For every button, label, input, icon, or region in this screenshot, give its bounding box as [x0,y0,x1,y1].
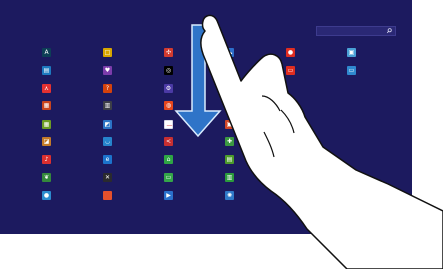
app-tile[interactable]: ▤ [42,66,51,75]
gear-icon: ⚙ [165,85,172,92]
calculator-icon: ▤ [226,156,233,163]
app-tile[interactable]: ⋏ [42,84,51,93]
app-tile[interactable]: ✺ [225,191,234,200]
message-icon: ▭ [165,174,172,181]
internet-explorer-icon: e [105,156,110,163]
app-tile[interactable]: A [42,48,51,57]
app-tile[interactable]: ▶ [164,191,173,200]
app-tile[interactable]: < [164,137,173,146]
app-tile[interactable] [103,191,112,200]
app-tile[interactable]: ● [286,48,295,57]
app-tile[interactable]: ♪ [42,155,51,164]
app-tile[interactable]: ◡ [103,137,112,146]
app-tile[interactable]: ⌂ [164,155,173,164]
store-icon: ⌂ [166,156,171,163]
media-icon: ▦ [43,102,50,109]
app-tile[interactable]: ◎ [164,66,173,75]
office-icon: ◍ [165,102,172,109]
presentation-icon: ▣ [226,121,233,128]
globe-icon: ◉ [226,102,233,109]
cloud-icon: ☁ [226,85,233,92]
leaf-icon: ❦ [43,174,50,181]
app-tile[interactable]: ◍ [164,101,173,110]
sun-icon: ✺ [226,192,233,199]
app-tile[interactable]: ? [103,84,112,93]
app-tile[interactable]: ♥ [103,66,112,75]
fan-icon: ✣ [165,49,172,56]
app-tile[interactable]: ▭ [286,66,295,75]
app-tile[interactable]: — [164,120,173,129]
blank-app-icon [103,191,112,200]
calendar-icon: ▦ [43,121,50,128]
app-tile[interactable]: ✣ [164,48,173,57]
app-tile[interactable]: ▥ [103,101,112,110]
app-tile[interactable]: ▭ [347,66,356,75]
music-icon: ♪ [44,156,49,163]
app-tile[interactable]: ● [42,191,51,200]
app-tile[interactable]: ▭ [164,173,173,182]
app-tile[interactable]: ☁ [225,84,234,93]
app-tile[interactable]: ▦ [42,101,51,110]
gamepad-icon: ✚ [226,138,233,145]
app-tile[interactable]: ✚ [225,137,234,146]
browser-icon: ◡ [104,138,111,145]
play-icon: ▶ [166,192,171,199]
app-tile[interactable]: ◩ [103,120,112,129]
microphone-icon: ● [287,49,294,56]
cloud-icon: ☁ [226,49,233,56]
question-icon: ? [105,85,110,92]
app-tile[interactable]: ◪ [42,137,51,146]
windows-start-apps-screen: A □ ✣ ☁ ● ▣ ▤ ♥ ◎ ▭ ▭ ⋏? ⚙ ☁ ▦ ▥ ◍ ◉ ▦ ◩ — ▣ ◪ ◡ < ✚ ♪ e ⌂ ▤ ❦ ✕ ▭ ▥ ● ▶ ✺ [0,0,412,234]
photo-icon: ◪ [43,138,50,145]
app-tile[interactable]: ✕ [103,173,112,182]
search-box[interactable] [316,26,396,36]
tutorial-image: A □ ✣ ☁ ● ▣ ▤ ♥ ◎ ▭ ▭ ⋏? ⚙ ☁ ▦ ▥ ◍ ◉ ▦ ◩ — ▣ ◪ ◡ < ✚ ♪ e ⌂ ▤ ❦ ✕ ▭ ▥ ● ▶ ✺ [0,0,443,269]
app-tile[interactable]: ☁ [225,48,234,57]
search-icon[interactable] [385,27,393,35]
font-icon: A [44,49,49,56]
app-tile[interactable]: ▣ [347,48,356,57]
app-tile[interactable]: ⚙ [164,84,173,93]
chat-icon: ◩ [104,121,111,128]
document-icon: ▤ [43,67,50,74]
pdf-icon: ⋏ [44,85,49,92]
disc-icon: ● [43,192,50,199]
app-tile[interactable]: e [103,155,112,164]
monitor-icon: ▭ [348,67,355,74]
sticky-note-icon: □ [104,49,111,56]
share-icon: < [165,138,172,145]
rectangle-icon: ▭ [287,67,294,74]
app-tile[interactable]: ◉ [225,101,234,110]
app-tile[interactable]: ▤ [225,155,234,164]
circle-app-icon: ◎ [165,67,172,74]
app-tile[interactable]: □ [103,48,112,57]
app-tile[interactable]: ▥ [225,173,234,182]
bar-icon: — [166,122,173,129]
picture-icon: ▣ [348,49,355,56]
app-tile[interactable]: ▦ [42,120,51,129]
film-icon: ▥ [104,102,111,109]
search-input[interactable] [317,27,389,35]
tools-icon: ✕ [104,174,111,181]
app-tile[interactable]: ❦ [42,173,51,182]
app-tile[interactable]: ▣ [225,120,234,129]
heart-icon: ♥ [104,67,111,74]
chart-icon: ▥ [226,174,233,181]
